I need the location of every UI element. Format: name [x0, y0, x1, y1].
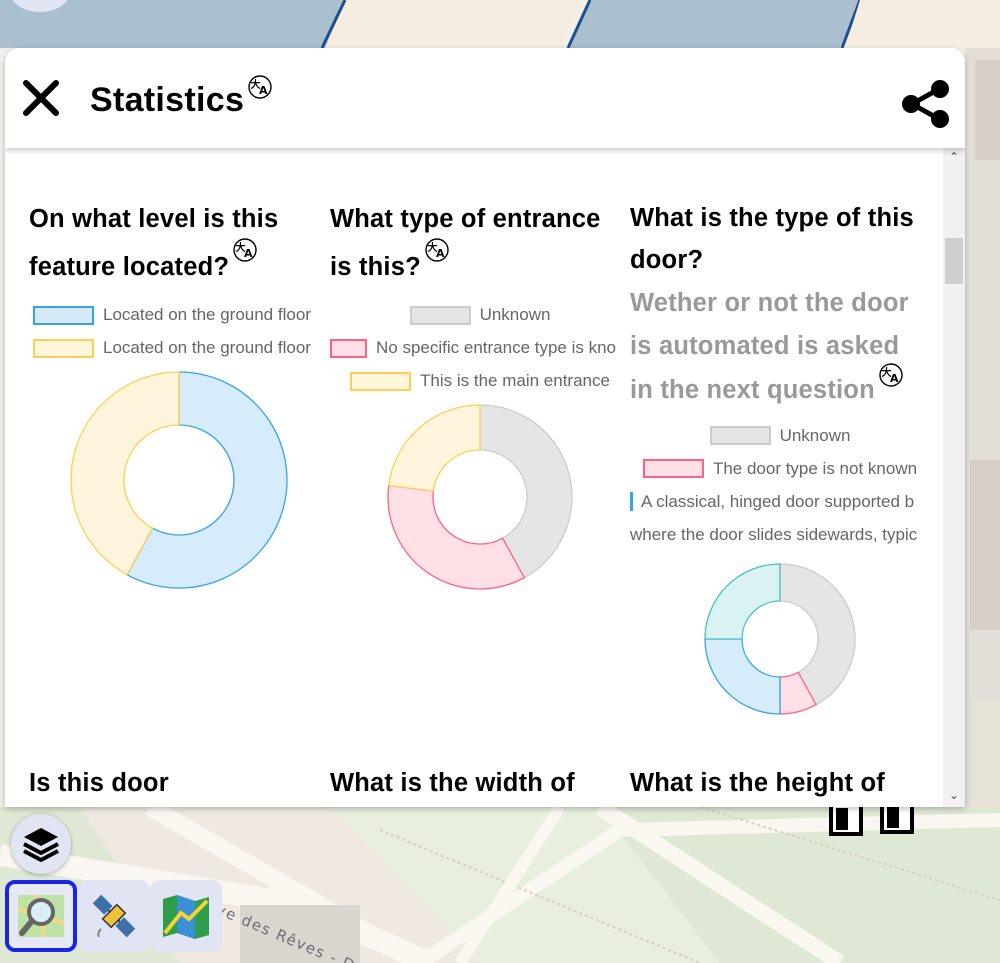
statistics-panel: Statistics 大 A On what level is this featu… — [5, 48, 965, 807]
scrollbar[interactable]: ⌃ ⌄ — [943, 148, 965, 807]
layers-button[interactable] — [11, 814, 71, 874]
layers-icon — [23, 828, 59, 862]
share-button[interactable] — [900, 78, 952, 130]
page-title: Statistics 大 A — [90, 75, 272, 120]
close-icon — [23, 80, 59, 116]
share-icon — [902, 80, 949, 128]
satellite-layer-button[interactable] — [78, 880, 150, 952]
stat-card-door-width: What is the width of — [330, 760, 630, 807]
question-line: What is the height of — [630, 769, 885, 797]
page-title-text: Statistics — [90, 81, 245, 119]
doughnut-chart-door-type — [704, 563, 856, 715]
scroll-up-arrow[interactable]: ⌃ — [947, 150, 961, 164]
panel-header: Statistics 大 A — [5, 48, 965, 148]
folded-map-icon — [163, 895, 209, 939]
stat-card-door-automated: Is this door — [29, 760, 329, 807]
translate-icon[interactable]: 大A — [248, 75, 272, 99]
scrollbar-thumb[interactable] — [945, 238, 963, 284]
question-line: What is the width of — [330, 769, 575, 797]
close-button[interactable] — [21, 78, 61, 118]
statistics-content[interactable]: On what level is this feature located? 大 A… — [5, 148, 943, 807]
scroll-down-arrow[interactable]: ⌄ — [947, 788, 961, 802]
satellite-icon — [92, 894, 136, 938]
doughnut-slice[interactable] — [704, 563, 781, 640]
svg-text:A: A — [259, 84, 268, 97]
background-map-button[interactable] — [5, 880, 77, 952]
doughnut-slice[interactable] — [704, 638, 781, 715]
stat-card-door-height: What is the height of — [630, 760, 930, 807]
folded-map-layer-button[interactable] — [150, 880, 222, 952]
stat-question: Is this door — [29, 760, 329, 807]
map-search-icon — [17, 894, 65, 938]
stat-question: What is the height of — [630, 760, 930, 807]
door-marker[interactable] — [829, 802, 863, 836]
question-line: Is this door — [29, 769, 169, 797]
stat-question: What is the width of — [330, 760, 630, 807]
